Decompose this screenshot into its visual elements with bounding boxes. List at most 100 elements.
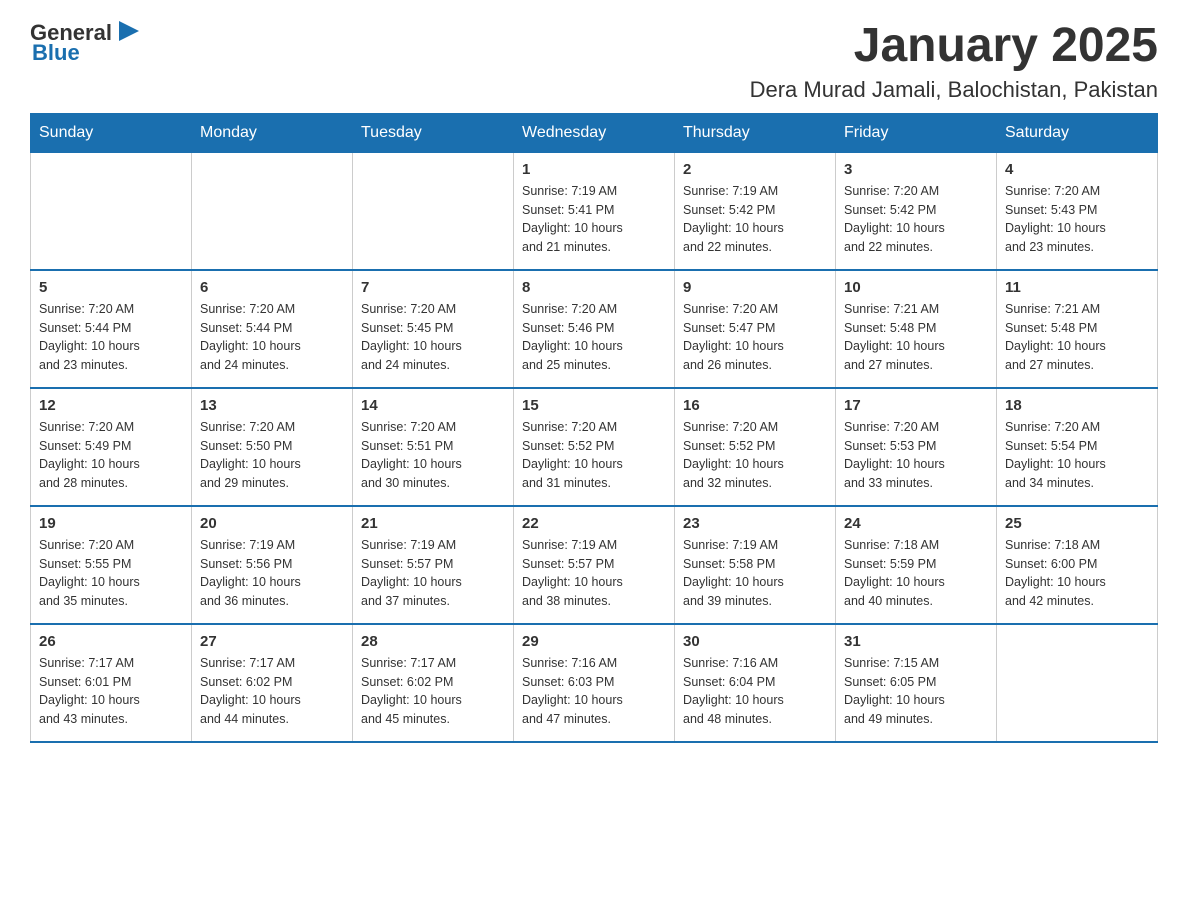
day-info: Sunrise: 7:20 AM Sunset: 5:52 PM Dayligh…	[522, 418, 666, 493]
calendar-cell	[353, 152, 514, 270]
day-number: 31	[844, 633, 988, 650]
logo: General Blue	[30, 20, 144, 66]
calendar-cell	[192, 152, 353, 270]
calendar-cell: 28 Sunrise: 7:17 AM Sunset: 6:02 PM Dayli…	[353, 624, 514, 742]
day-number: 10	[844, 279, 988, 296]
calendar-cell: 18Sunrise: 7:20 AM Sunset: 5:54 PM Dayli…	[997, 388, 1158, 506]
calendar-table: SundayMondayTuesdayWednesdayThursdayFrid…	[30, 113, 1158, 743]
day-info: Sunrise: 7:20 AM Sunset: 5:49 PM Dayligh…	[39, 418, 183, 493]
calendar-week-row: 1 Sunrise: 7:19 AM Sunset: 5:41 PM Daylig…	[31, 152, 1158, 270]
calendar-cell: 2 Sunrise: 7:19 AM Sunset: 5:42 PM Daylig…	[675, 152, 836, 270]
day-info: Sunrise: 7:16 AM Sunset: 6:03 PM Dayligh…	[522, 654, 666, 729]
calendar-cell: 17Sunrise: 7:20 AM Sunset: 5:53 PM Dayli…	[836, 388, 997, 506]
calendar-cell: 19Sunrise: 7:20 AM Sunset: 5:55 PM Dayli…	[31, 506, 192, 624]
header-thursday: Thursday	[675, 113, 836, 152]
calendar-cell: 1 Sunrise: 7:19 AM Sunset: 5:41 PM Daylig…	[514, 152, 675, 270]
day-number: 8	[522, 279, 666, 296]
day-info: Sunrise: 7:20 AM Sunset: 5:53 PM Dayligh…	[844, 418, 988, 493]
day-number: 30	[683, 633, 827, 650]
day-info: Sunrise: 7:20 AM Sunset: 5:47 PM Dayligh…	[683, 300, 827, 375]
day-info: Sunrise: 7:19 AM Sunset: 5:41 PM Dayligh…	[522, 182, 666, 257]
day-info: Sunrise: 7:20 AM Sunset: 5:44 PM Dayligh…	[39, 300, 183, 375]
calendar-cell: 15 Sunrise: 7:20 AM Sunset: 5:52 PM Dayli…	[514, 388, 675, 506]
calendar-week-row: 19Sunrise: 7:20 AM Sunset: 5:55 PM Dayli…	[31, 506, 1158, 624]
logo-text-blue: Blue	[32, 40, 80, 66]
calendar-cell: 14 Sunrise: 7:20 AM Sunset: 5:51 PM Dayli…	[353, 388, 514, 506]
calendar-subtitle: Dera Murad Jamali, Balochistan, Pakistan	[750, 77, 1158, 103]
calendar-cell: 31 Sunrise: 7:15 AM Sunset: 6:05 PM Dayli…	[836, 624, 997, 742]
calendar-cell: 29 Sunrise: 7:16 AM Sunset: 6:03 PM Dayli…	[514, 624, 675, 742]
header-friday: Friday	[836, 113, 997, 152]
day-number: 11	[1005, 279, 1149, 296]
day-number: 1	[522, 161, 666, 178]
day-info: Sunrise: 7:20 AM Sunset: 5:45 PM Dayligh…	[361, 300, 505, 375]
day-info: Sunrise: 7:20 AM Sunset: 5:42 PM Dayligh…	[844, 182, 988, 257]
calendar-header-row: SundayMondayTuesdayWednesdayThursdayFrid…	[31, 113, 1158, 152]
calendar-week-row: 26Sunrise: 7:17 AM Sunset: 6:01 PM Dayli…	[31, 624, 1158, 742]
calendar-cell: 6 Sunrise: 7:20 AM Sunset: 5:44 PM Daylig…	[192, 270, 353, 388]
day-number: 7	[361, 279, 505, 296]
day-number: 28	[361, 633, 505, 650]
day-info: Sunrise: 7:20 AM Sunset: 5:51 PM Dayligh…	[361, 418, 505, 493]
day-number: 14	[361, 397, 505, 414]
calendar-title: January 2025	[750, 20, 1158, 73]
calendar-cell	[31, 152, 192, 270]
day-info: Sunrise: 7:19 AM Sunset: 5:57 PM Dayligh…	[361, 536, 505, 611]
calendar-cell: 11 Sunrise: 7:21 AM Sunset: 5:48 PM Dayli…	[997, 270, 1158, 388]
day-info: Sunrise: 7:20 AM Sunset: 5:43 PM Dayligh…	[1005, 182, 1149, 257]
day-number: 9	[683, 279, 827, 296]
day-number: 29	[522, 633, 666, 650]
day-number: 4	[1005, 161, 1149, 178]
header-monday: Monday	[192, 113, 353, 152]
calendar-cell: 26Sunrise: 7:17 AM Sunset: 6:01 PM Dayli…	[31, 624, 192, 742]
calendar-cell: 8 Sunrise: 7:20 AM Sunset: 5:46 PM Daylig…	[514, 270, 675, 388]
header-sunday: Sunday	[31, 113, 192, 152]
day-number: 3	[844, 161, 988, 178]
day-number: 23	[683, 515, 827, 532]
calendar-cell: 9 Sunrise: 7:20 AM Sunset: 5:47 PM Daylig…	[675, 270, 836, 388]
day-number: 19	[39, 515, 183, 532]
day-info: Sunrise: 7:20 AM Sunset: 5:44 PM Dayligh…	[200, 300, 344, 375]
day-info: Sunrise: 7:20 AM Sunset: 5:52 PM Dayligh…	[683, 418, 827, 493]
title-block: January 2025 Dera Murad Jamali, Balochis…	[750, 20, 1158, 103]
day-info: Sunrise: 7:17 AM Sunset: 6:01 PM Dayligh…	[39, 654, 183, 729]
calendar-cell	[997, 624, 1158, 742]
calendar-cell: 16 Sunrise: 7:20 AM Sunset: 5:52 PM Dayli…	[675, 388, 836, 506]
calendar-cell: 21Sunrise: 7:19 AM Sunset: 5:57 PM Dayli…	[353, 506, 514, 624]
day-number: 27	[200, 633, 344, 650]
day-info: Sunrise: 7:19 AM Sunset: 5:42 PM Dayligh…	[683, 182, 827, 257]
day-info: Sunrise: 7:21 AM Sunset: 5:48 PM Dayligh…	[1005, 300, 1149, 375]
day-number: 13	[200, 397, 344, 414]
day-number: 5	[39, 279, 183, 296]
day-info: Sunrise: 7:20 AM Sunset: 5:54 PM Dayligh…	[1005, 418, 1149, 493]
day-number: 6	[200, 279, 344, 296]
day-number: 12	[39, 397, 183, 414]
day-info: Sunrise: 7:16 AM Sunset: 6:04 PM Dayligh…	[683, 654, 827, 729]
calendar-cell: 12 Sunrise: 7:20 AM Sunset: 5:49 PM Dayli…	[31, 388, 192, 506]
day-info: Sunrise: 7:21 AM Sunset: 5:48 PM Dayligh…	[844, 300, 988, 375]
header-tuesday: Tuesday	[353, 113, 514, 152]
day-info: Sunrise: 7:19 AM Sunset: 5:58 PM Dayligh…	[683, 536, 827, 611]
day-number: 2	[683, 161, 827, 178]
calendar-cell: 3 Sunrise: 7:20 AM Sunset: 5:42 PM Daylig…	[836, 152, 997, 270]
day-info: Sunrise: 7:20 AM Sunset: 5:50 PM Dayligh…	[200, 418, 344, 493]
calendar-week-row: 5 Sunrise: 7:20 AM Sunset: 5:44 PM Daylig…	[31, 270, 1158, 388]
page-header: General Blue January 2025 Dera Murad Jam…	[30, 20, 1158, 103]
day-number: 20	[200, 515, 344, 532]
day-number: 15	[522, 397, 666, 414]
day-info: Sunrise: 7:20 AM Sunset: 5:46 PM Dayligh…	[522, 300, 666, 375]
calendar-cell: 10 Sunrise: 7:21 AM Sunset: 5:48 PM Dayli…	[836, 270, 997, 388]
header-wednesday: Wednesday	[514, 113, 675, 152]
day-number: 25	[1005, 515, 1149, 532]
calendar-cell: 22Sunrise: 7:19 AM Sunset: 5:57 PM Dayli…	[514, 506, 675, 624]
day-info: Sunrise: 7:19 AM Sunset: 5:56 PM Dayligh…	[200, 536, 344, 611]
calendar-cell: 20 Sunrise: 7:19 AM Sunset: 5:56 PM Dayli…	[192, 506, 353, 624]
logo-arrow-icon	[114, 16, 144, 46]
calendar-cell: 13 Sunrise: 7:20 AM Sunset: 5:50 PM Dayli…	[192, 388, 353, 506]
day-info: Sunrise: 7:15 AM Sunset: 6:05 PM Dayligh…	[844, 654, 988, 729]
day-number: 24	[844, 515, 988, 532]
header-saturday: Saturday	[997, 113, 1158, 152]
calendar-cell: 4 Sunrise: 7:20 AM Sunset: 5:43 PM Daylig…	[997, 152, 1158, 270]
day-info: Sunrise: 7:17 AM Sunset: 6:02 PM Dayligh…	[361, 654, 505, 729]
day-number: 16	[683, 397, 827, 414]
